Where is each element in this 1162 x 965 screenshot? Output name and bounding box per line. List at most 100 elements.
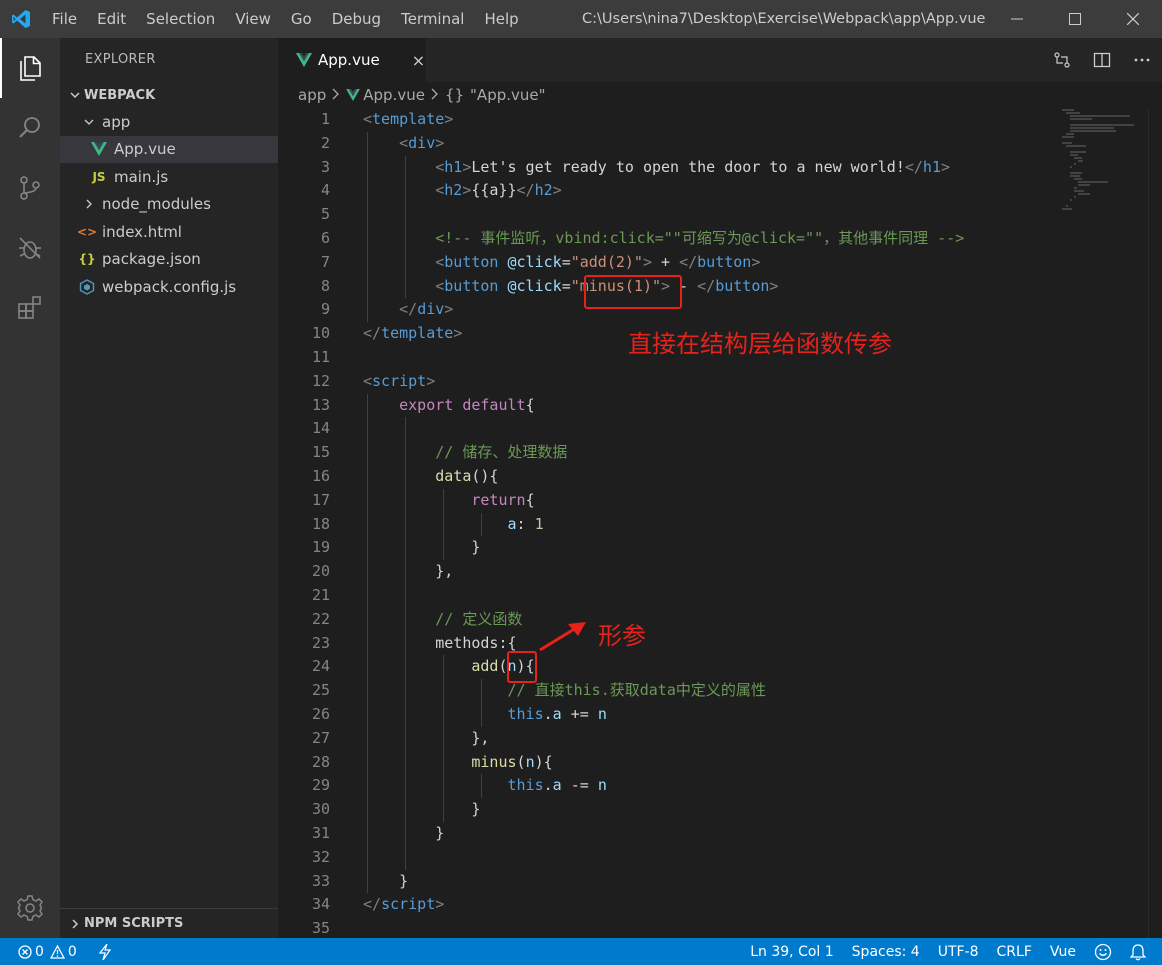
tree-item-main-js[interactable]: JS main.js — [60, 163, 278, 191]
breadcrumb-file[interactable]: App.vue — [363, 86, 425, 104]
tree-item-package-json[interactable]: {} package.json — [60, 246, 278, 274]
code-editor[interactable]: 1 <template> 2 <div> 3 <h1>Let's get read… — [278, 108, 1062, 938]
code-line: 7 <button @click="add(2)"> + </button> — [278, 250, 1062, 275]
chevron-right-icon — [82, 199, 96, 209]
annotation-note-structure: 直接在结构层给函数传参 — [628, 330, 892, 358]
extensions-icon[interactable] — [0, 278, 60, 338]
close-tab-icon[interactable]: × — [412, 51, 425, 70]
menu-file[interactable]: File — [42, 0, 87, 38]
minimap[interactable] — [1062, 108, 1148, 938]
notifications-bell-icon[interactable] — [1121, 943, 1162, 961]
tree-item-label: package.json — [102, 250, 201, 269]
chevron-down-icon — [66, 90, 84, 100]
json-file-icon: {} — [78, 252, 96, 267]
chevron-right-icon — [431, 86, 439, 104]
tree-item-label: index.html — [102, 222, 182, 241]
code-line: 19 } — [278, 536, 1062, 561]
maximize-button[interactable] — [1046, 0, 1104, 38]
lightning-icon[interactable] — [98, 943, 111, 960]
html-file-icon: <> — [76, 224, 98, 239]
menu-terminal[interactable]: Terminal — [391, 0, 474, 38]
tree-item-label: App.vue — [114, 140, 176, 159]
tree-item-label: app — [102, 112, 131, 131]
annotation-box-minus-arg — [584, 275, 682, 309]
tree-item-webpack-config[interactable]: webpack.config.js — [60, 273, 278, 301]
search-icon[interactable] — [0, 98, 60, 158]
vue-file-icon — [296, 53, 312, 67]
menu-bar: File Edit Selection View Go Debug Termin… — [42, 0, 529, 38]
vue-file-icon — [346, 89, 361, 101]
cursor-position[interactable]: Ln 39, Col 1 — [741, 944, 842, 960]
code-line: 16 data(){ — [278, 464, 1062, 489]
menu-go[interactable]: Go — [281, 0, 322, 38]
chevron-right-icon — [66, 918, 84, 929]
error-icon — [18, 944, 32, 959]
gear-icon[interactable] — [0, 878, 60, 938]
encoding[interactable]: UTF-8 — [929, 944, 988, 960]
minimize-button[interactable] — [988, 0, 1046, 38]
explorer-icon[interactable] — [0, 38, 60, 98]
code-line: 20 }, — [278, 560, 1062, 584]
tree-item-app-folder[interactable]: app — [60, 108, 278, 136]
tab-label: App.vue — [318, 51, 380, 69]
close-window-button[interactable] — [1104, 0, 1162, 38]
symbol-icon: {} — [444, 86, 465, 104]
warning-count: 0 — [67, 943, 77, 960]
code-line: 21 — [278, 583, 1062, 608]
activity-bar — [0, 38, 60, 938]
language-mode[interactable]: Vue — [1041, 944, 1085, 960]
tree-item-index-html[interactable]: <> index.html — [60, 218, 278, 246]
indentation[interactable]: Spaces: 4 — [843, 944, 929, 960]
menu-help[interactable]: Help — [474, 0, 528, 38]
menu-edit[interactable]: Edit — [87, 0, 136, 38]
title-bar: File Edit Selection View Go Debug Termin… — [0, 0, 1162, 38]
vscode-logo-icon — [0, 0, 42, 38]
code-line: 29 this.a -= n — [278, 774, 1062, 799]
code-line: 23 methods:{ — [278, 631, 1062, 656]
annotation-box-param — [507, 651, 537, 683]
source-control-icon[interactable] — [0, 158, 60, 218]
js-file-icon: JS — [92, 169, 106, 184]
breadcrumb-symbol[interactable]: "App.vue" — [470, 86, 545, 104]
more-actions-icon[interactable] — [1122, 51, 1162, 69]
code-line: 1 <template> — [320, 110, 454, 128]
code-line: 14 — [278, 417, 1062, 442]
code-line: 31 } — [278, 821, 1062, 846]
debug-icon[interactable] — [0, 218, 60, 278]
tree-item-app-vue[interactable]: App.vue — [60, 135, 278, 163]
tab-app-vue[interactable]: App.vue × — [278, 38, 426, 82]
code-line: 26 this.a += n — [278, 702, 1062, 727]
code-line: 30 } — [278, 798, 1062, 822]
line-ending[interactable]: CRLF — [988, 944, 1041, 960]
tree-item-node-modules[interactable]: node_modules — [60, 191, 278, 219]
vertical-scrollbar[interactable] — [1148, 108, 1162, 938]
window-controls — [988, 0, 1162, 38]
code-line: 22 // 定义函数 — [278, 607, 1062, 632]
workspace-section-header[interactable]: WEBPACK — [60, 82, 278, 108]
open-changes-icon[interactable] — [1042, 51, 1082, 69]
menu-selection[interactable]: Selection — [136, 0, 225, 38]
window-title: C:\Users\nina7\Desktop\Exercise\Webpack\… — [582, 11, 986, 27]
code-line: 2 <div> — [278, 131, 1062, 156]
feedback-smiley-icon[interactable] — [1085, 943, 1121, 961]
problems-indicator[interactable]: 0 0 — [0, 943, 111, 960]
npm-scripts-section[interactable]: NPM SCRIPTS — [60, 908, 278, 938]
breadcrumb-folder[interactable]: app — [298, 86, 326, 104]
annotation-arrow-icon — [538, 620, 588, 652]
editor-area: App.vue × app App.vue {} "App.vue" 1 <tem… — [278, 38, 1162, 938]
code-line: 12 <script> — [311, 371, 436, 390]
code-line: 6 <!-- 事件监听，vbind:click=""可缩写为@click=""，… — [278, 226, 1062, 251]
workspace-name: WEBPACK — [84, 87, 156, 103]
code-line: 4 <h2>{{a}}</h2> — [278, 179, 1062, 204]
split-editor-icon[interactable] — [1082, 51, 1122, 69]
status-bar-right: Ln 39, Col 1 Spaces: 4 UTF-8 CRLF Vue — [741, 938, 1162, 965]
webpack-file-icon — [78, 278, 96, 295]
code-line: 33 } — [278, 869, 1062, 894]
tab-bar: App.vue × — [278, 38, 1162, 82]
tree-item-label: main.js — [114, 167, 169, 186]
vue-file-icon — [90, 142, 108, 157]
code-line: 3 <h1>Let's get ready to open the door t… — [278, 155, 1062, 180]
menu-debug[interactable]: Debug — [322, 0, 391, 38]
menu-view[interactable]: View — [225, 0, 281, 38]
sidebar-header: EXPLORER — [85, 52, 156, 67]
